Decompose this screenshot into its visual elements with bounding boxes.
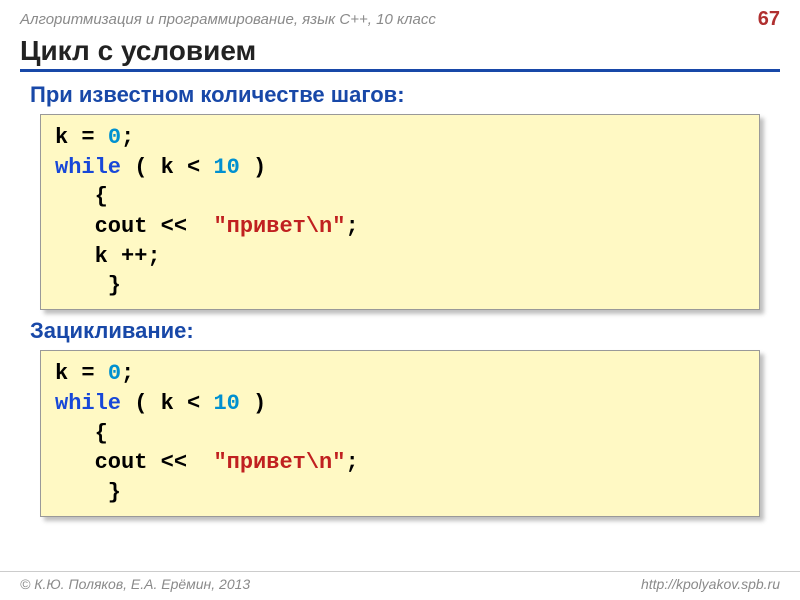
slide-title: Цикл с условием (20, 35, 780, 72)
code-block-1: k = 0; while ( k < 10 ) { cout << "приве… (40, 114, 760, 310)
slide-header: Алгоритмизация и программирование, язык … (0, 0, 800, 35)
footer-url: http://kpolyakov.spb.ru (641, 576, 780, 592)
code-block-2: k = 0; while ( k < 10 ) { cout << "приве… (40, 350, 760, 516)
course-label: Алгоритмизация и программирование, язык … (20, 11, 436, 28)
slide-footer: © К.Ю. Поляков, Е.А. Ерёмин, 2013 http:/… (0, 571, 800, 592)
page-number: 67 (758, 8, 780, 31)
section1-heading: При известном количестве шагов: (0, 82, 800, 108)
section2-heading: Зацикливание: (0, 318, 800, 344)
copyright: © К.Ю. Поляков, Е.А. Ерёмин, 2013 (20, 576, 250, 592)
